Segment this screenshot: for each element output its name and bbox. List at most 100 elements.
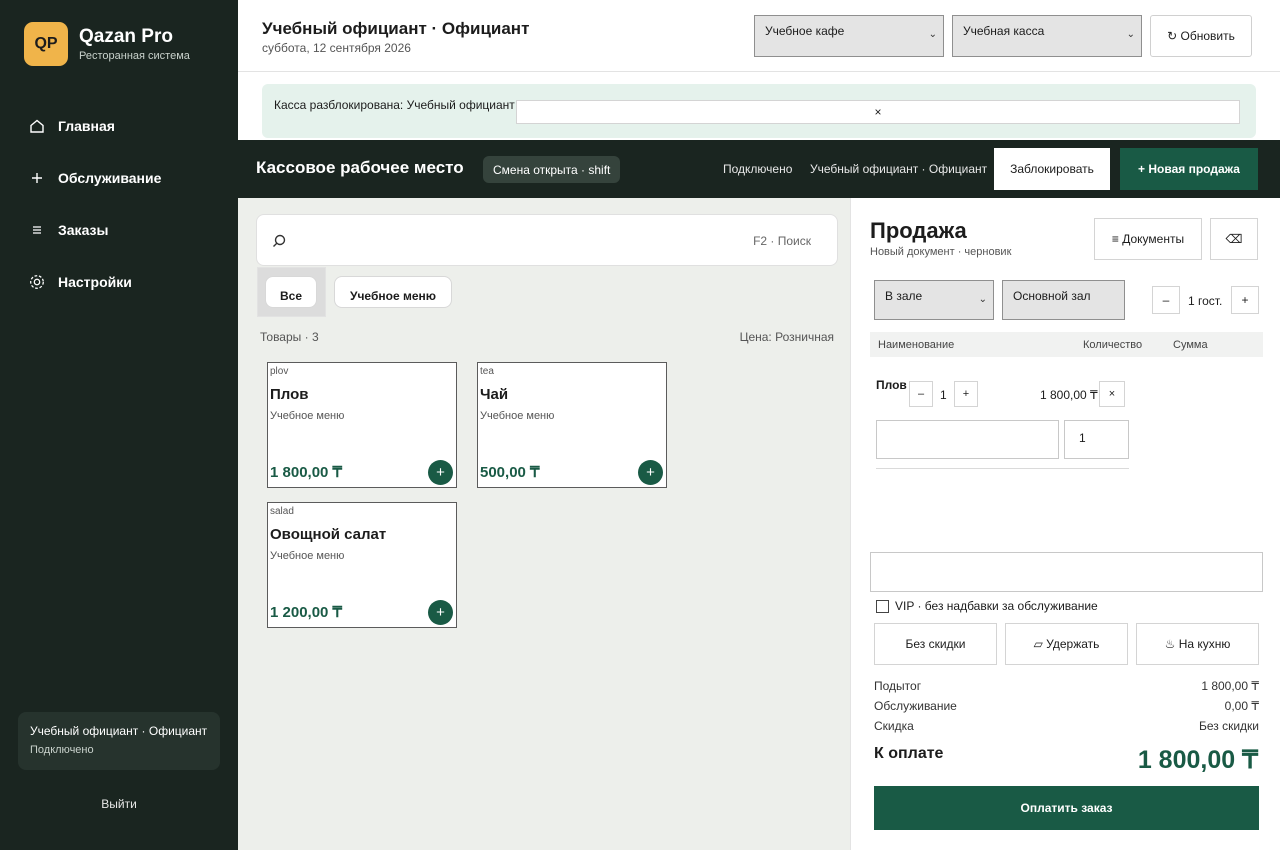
product-card-salad[interactable]: salad Овощной салат Учебное меню 1 200,0… <box>267 502 457 628</box>
line-qty: 1 <box>940 388 947 402</box>
documents-button[interactable]: ≡ Документы <box>1094 218 1202 260</box>
sidebar-item-settings[interactable]: Настройки <box>28 256 228 308</box>
search-icon <box>271 233 287 252</box>
user-card: Учебный официант · Официант Подключено <box>18 712 220 770</box>
hall-select[interactable]: Основной зал <box>1002 280 1125 320</box>
brand-logo: QP <box>24 22 68 66</box>
top-header: Учебный официант · Официант суббота, 12 … <box>238 0 1280 72</box>
notice-banner: Касса разблокирована: Учебный официант × <box>262 84 1256 138</box>
add-product-button[interactable]: + <box>638 460 663 485</box>
category-training-menu[interactable]: Учебное меню <box>334 276 452 308</box>
subtotal-row: Подытог 1 800,00 ₸ <box>874 679 1259 693</box>
remove-line-button[interactable]: × <box>1099 381 1125 407</box>
order-comment-input[interactable] <box>870 552 1263 592</box>
discount-row: Скидка Без скидки <box>874 719 1259 733</box>
product-card-tea[interactable]: tea Чай Учебное меню 500,00 ₸ + <box>477 362 667 488</box>
gear-icon <box>28 273 46 291</box>
column-qty: Количество <box>1083 339 1143 351</box>
price-type: Цена: Розничная <box>739 330 834 344</box>
items-count: Товары · 3 <box>260 330 319 344</box>
checkbox-box <box>876 599 889 613</box>
service-value: 0,00 ₸ <box>1224 699 1259 713</box>
new-sale-button[interactable]: + Новая продажа <box>1120 148 1258 190</box>
page-title: Учебный официант · Официант <box>262 19 530 38</box>
register-select[interactable]: Учебная касса ⌄ <box>952 15 1142 57</box>
guests-increase-button[interactable]: + <box>1231 286 1259 314</box>
category-all[interactable]: Все <box>265 276 317 308</box>
user-status: Подключено <box>30 744 94 756</box>
cafe-select-value: Учебное кафе <box>765 24 845 38</box>
column-sum: Сумма <box>1173 339 1208 351</box>
sale-table-header: Наименование Количество Сумма <box>870 332 1263 357</box>
catalog-panel: F2 · Поиск Все Учебное меню Товары · 3 Ц… <box>238 198 850 850</box>
send-to-kitchen-button[interactable]: ♨ На кухню <box>1136 623 1259 665</box>
line-item-name: Плов <box>876 378 907 392</box>
add-product-button[interactable]: + <box>428 460 453 485</box>
product-card-plov[interactable]: plov Плов Учебное меню 1 800,00 ₸ + <box>267 362 457 488</box>
guests-decrease-button[interactable]: – <box>1152 286 1180 314</box>
hall-select-value: Основной зал <box>1013 289 1091 303</box>
sidebar-nav: Главная Обслуживание Заказы Настройки <box>28 100 228 308</box>
column-name: Наименование <box>878 339 955 351</box>
line-note-input[interactable] <box>876 420 1059 459</box>
service-type-select[interactable]: В зале ⌄ <box>874 280 994 320</box>
product-name: Овощной салат <box>270 526 387 543</box>
product-category: Учебное меню <box>270 410 345 422</box>
register-select-value: Учебная касса <box>963 24 1045 38</box>
product-code: salad <box>270 506 294 517</box>
pos-title: Кассовое рабочее место <box>256 158 464 177</box>
product-price: 1 800,00 ₸ <box>270 464 343 481</box>
clear-sale-button[interactable]: ⌫ <box>1210 218 1258 260</box>
product-name: Плов <box>270 386 309 403</box>
pos-bar: Кассовое рабочее место Смена открыта · s… <box>238 140 1280 198</box>
notice-close-button[interactable]: × <box>516 100 1240 124</box>
no-discount-button[interactable]: Без скидки <box>874 623 997 665</box>
discount-label: Скидка <box>874 719 914 733</box>
hold-button[interactable]: ▱ Удержать <box>1005 623 1128 665</box>
line-sum: 1 800,00 ₸ <box>1040 388 1098 402</box>
subtotal-value: 1 800,00 ₸ <box>1201 679 1259 693</box>
lock-button[interactable]: Заблокировать <box>994 148 1110 190</box>
pay-order-button[interactable]: Оплатить заказ <box>874 786 1259 830</box>
divider <box>876 468 1129 469</box>
product-category: Учебное меню <box>480 410 555 422</box>
notice-area: Касса разблокирована: Учебный официант × <box>238 72 1280 140</box>
service-type-value: В зале <box>885 289 923 303</box>
sale-panel: Продажа Новый документ · черновик ≡ Доку… <box>850 198 1280 850</box>
qty-increase-button[interactable]: + <box>954 381 978 407</box>
pay-label: К оплате <box>874 745 944 762</box>
qty-decrease-button[interactable]: – <box>909 381 933 407</box>
add-product-button[interactable]: + <box>428 600 453 625</box>
service-label: Обслуживание <box>874 699 957 713</box>
sidebar-item-service[interactable]: Обслуживание <box>28 152 228 204</box>
product-name: Чай <box>480 386 509 403</box>
notice-text: Касса разблокирована: Учебный официант <box>274 98 515 112</box>
logout-button[interactable]: Выйти <box>0 797 238 811</box>
sidebar-item-label: Заказы <box>58 222 109 238</box>
search-input[interactable]: F2 · Поиск <box>256 214 838 266</box>
brand: QP Qazan Pro Ресторанная система <box>24 22 190 66</box>
cafe-select[interactable]: Учебное кафе ⌄ <box>754 15 944 57</box>
user-name: Учебный официант · Официант <box>30 724 208 738</box>
sidebar-item-orders[interactable]: Заказы <box>28 204 228 256</box>
pos-user: Учебный официант · Официант <box>810 162 988 176</box>
refresh-button[interactable]: ↻ Обновить <box>1150 15 1252 57</box>
sale-subtitle: Новый документ · черновик <box>870 246 1012 258</box>
sidebar-item-label: Обслуживание <box>58 170 162 186</box>
sidebar-item-home[interactable]: Главная <box>28 100 228 152</box>
chevron-down-icon: ⌄ <box>978 294 987 305</box>
sidebar-item-label: Главная <box>58 118 115 134</box>
product-price: 500,00 ₸ <box>480 464 540 481</box>
line-qty-input[interactable]: 1 <box>1064 420 1129 459</box>
connection-status: Подключено <box>723 162 793 176</box>
vip-checkbox[interactable]: VIP · без надбавки за обслуживание <box>876 599 1098 613</box>
brand-subtitle: Ресторанная система <box>79 50 190 62</box>
service-row: Обслуживание 0,00 ₸ <box>874 699 1259 713</box>
sidebar: QP Qazan Pro Ресторанная система Главная… <box>0 0 238 850</box>
discount-value: Без скидки <box>1198 719 1259 733</box>
product-code: tea <box>480 366 494 377</box>
list-icon <box>28 221 46 239</box>
product-code: plov <box>270 366 289 377</box>
product-price: 1 200,00 ₸ <box>270 604 343 621</box>
shift-badge: Смена открыта · shift <box>483 156 621 183</box>
